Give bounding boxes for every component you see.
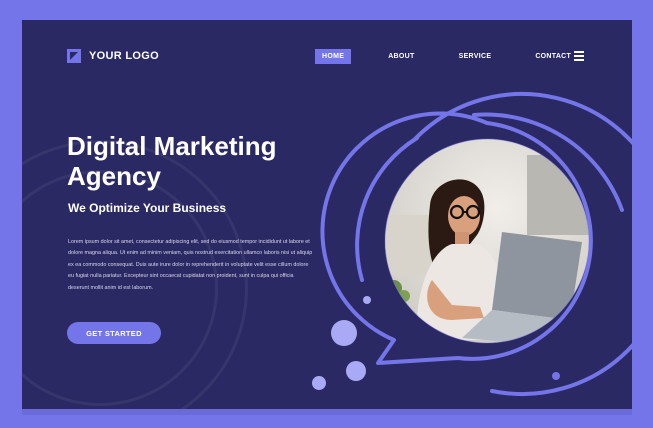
hero-illustration: [312, 92, 632, 397]
decorative-dot: [331, 320, 357, 346]
decorative-dot: [552, 372, 560, 380]
decorative-dot: [346, 361, 366, 381]
decorative-dot: [312, 376, 326, 390]
decorative-dot: [363, 296, 371, 304]
landing-page: YOUR LOGO HOME ABOUT SERVICE CONTACT Dig…: [22, 20, 632, 409]
